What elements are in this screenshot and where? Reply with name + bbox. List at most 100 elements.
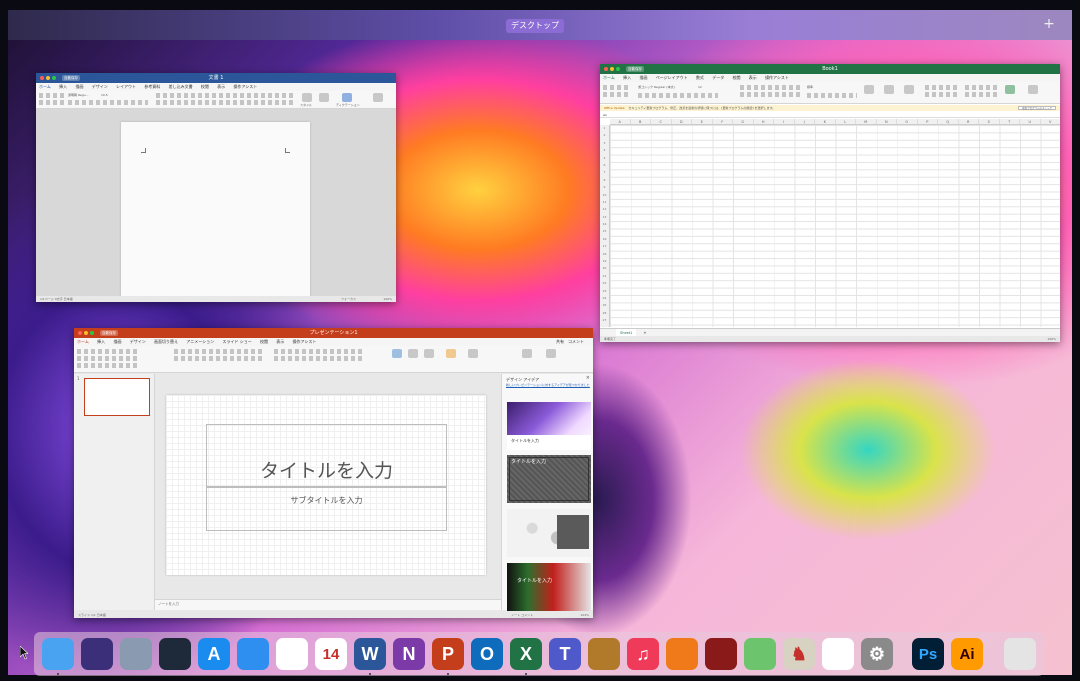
slide-canvas[interactable]: タイトルを入力 サブタイトルを入力: [166, 395, 486, 575]
autosave-toggle[interactable]: 自動保存: [62, 75, 80, 81]
minimize-button[interactable]: [610, 67, 614, 71]
number-format-box[interactable]: 標準: [807, 85, 813, 89]
row-header[interactable]: 26: [600, 310, 609, 317]
row-header[interactable]: 24: [600, 295, 609, 302]
system-preferences-icon[interactable]: ⚙: [861, 638, 893, 670]
styles-pane-icon[interactable]: [319, 93, 329, 102]
column-header[interactable]: V: [1041, 119, 1061, 124]
name-box[interactable]: A1: [603, 113, 615, 117]
row-header[interactable]: 3: [600, 140, 609, 147]
siri-icon[interactable]: [81, 638, 113, 670]
column-header[interactable]: T: [1000, 119, 1020, 124]
add-desktop-button[interactable]: +: [1042, 16, 1056, 32]
column-header[interactable]: O: [897, 119, 918, 124]
font-format-buttons[interactable]: [68, 100, 148, 107]
word-window[interactable]: 自動保存 文書 1 ホーム 挿入 描画 デザイン レイアウト 参考資料 差し込み…: [36, 73, 396, 302]
autosave-toggle[interactable]: 自動保存: [100, 330, 118, 336]
tab-insert[interactable]: 挿入: [59, 83, 67, 91]
tab-draw[interactable]: 描画: [639, 74, 647, 82]
calendar-icon[interactable]: 14: [315, 638, 347, 670]
font-format-buttons[interactable]: [638, 93, 718, 100]
design-idea-card[interactable]: タイトルを入力: [507, 455, 591, 503]
desktop-space-pill[interactable]: デスクトップ: [506, 19, 564, 33]
tab-design[interactable]: デザイン: [92, 83, 108, 91]
tab-view[interactable]: 表示: [217, 83, 225, 91]
illustrator-icon[interactable]: Ai: [951, 638, 983, 670]
column-header[interactable]: G: [733, 119, 754, 124]
row-header[interactable]: 7: [600, 169, 609, 176]
finder-icon[interactable]: [42, 638, 74, 670]
safari-icon[interactable]: [237, 638, 269, 670]
books-icon[interactable]: [666, 638, 698, 670]
photo-booth-icon[interactable]: [705, 638, 737, 670]
font-name-box[interactable]: 游明朝 Regu...: [68, 93, 88, 97]
chess-icon[interactable]: ♞: [783, 638, 815, 670]
row-header[interactable]: 21: [600, 273, 609, 280]
excel-window[interactable]: 自動保存 Book1 ホーム 挿入 描画 ページレイアウト 数式 データ 校閲 …: [600, 64, 1060, 342]
zoom-level[interactable]: 100%: [1047, 336, 1056, 342]
column-header[interactable]: D: [672, 119, 692, 124]
cells-group[interactable]: [925, 85, 959, 99]
autosave-toggle[interactable]: 自動保存: [626, 66, 644, 72]
tab-insert[interactable]: 挿入: [97, 338, 105, 346]
share-button[interactable]: 共有: [556, 338, 564, 346]
document-page[interactable]: [121, 122, 310, 296]
tab-review[interactable]: 校閲: [201, 83, 209, 91]
column-header[interactable]: I: [774, 119, 795, 124]
mission-control-icon[interactable]: [159, 638, 191, 670]
tab-slideshow[interactable]: スライド ショー: [222, 338, 251, 346]
column-header[interactable]: A: [610, 119, 631, 124]
notes-pane[interactable]: ノートを入力: [155, 599, 501, 610]
column-header[interactable]: M: [856, 119, 877, 124]
row-header[interactable]: 12: [600, 206, 609, 213]
row-header[interactable]: 23: [600, 288, 609, 295]
close-button[interactable]: [40, 76, 44, 80]
column-header[interactable]: K: [815, 119, 836, 124]
design-idea-card[interactable]: [507, 509, 591, 557]
quick-styles-icon[interactable]: [468, 349, 478, 358]
app-store-icon[interactable]: A: [198, 638, 230, 670]
cell-styles-icon[interactable]: [904, 85, 914, 94]
excel-icon[interactable]: X: [510, 638, 542, 670]
tab-layout[interactable]: レイアウト: [116, 83, 136, 91]
title-placeholder[interactable]: タイトルを入力: [206, 424, 447, 487]
column-header[interactable]: Q: [938, 119, 959, 124]
font-size-box[interactable]: 12: [698, 85, 702, 89]
zoom-button[interactable]: [90, 331, 94, 335]
slide-thumbnail[interactable]: [84, 378, 150, 416]
notes-comments-buttons[interactable]: ノート コメント: [511, 612, 533, 618]
column-header[interactable]: E: [692, 119, 713, 124]
tab-draw[interactable]: 描画: [75, 83, 83, 91]
conditional-format-icon[interactable]: [864, 85, 874, 94]
row-header[interactable]: 6: [600, 162, 609, 169]
chrome-icon[interactable]: [276, 638, 308, 670]
tab-review[interactable]: 校閲: [733, 74, 741, 82]
excel-titlebar[interactable]: 自動保存 Book1: [600, 64, 1060, 74]
close-icon[interactable]: ×: [586, 375, 590, 381]
row-header[interactable]: 19: [600, 258, 609, 265]
music-icon[interactable]: ♫: [627, 638, 659, 670]
subtitle-placeholder[interactable]: サブタイトルを入力: [206, 487, 447, 531]
zoom-button[interactable]: [616, 67, 620, 71]
dictate-icon[interactable]: [522, 349, 532, 358]
column-header[interactable]: F: [713, 119, 733, 124]
format-as-table-icon[interactable]: [884, 85, 894, 94]
tab-tell-me[interactable]: 操作アシスト: [233, 83, 257, 91]
tab-tell-me[interactable]: 操作アシスト: [293, 338, 317, 346]
tab-draw[interactable]: 描画: [113, 338, 121, 346]
photos-icon[interactable]: [822, 638, 854, 670]
tab-tell-me[interactable]: 操作アシスト: [765, 74, 789, 82]
paragraph-group[interactable]: [274, 349, 364, 363]
tab-design[interactable]: デザイン: [130, 338, 146, 346]
photoshop-icon[interactable]: Ps: [912, 638, 944, 670]
tab-references[interactable]: 参考資料: [144, 83, 160, 91]
arrange-icon[interactable]: [446, 349, 456, 358]
row-header[interactable]: 20: [600, 265, 609, 272]
formula-bar[interactable]: A1: [600, 112, 1060, 118]
column-header[interactable]: U: [1020, 119, 1041, 124]
row-header[interactable]: 4: [600, 147, 609, 154]
dictate-icon[interactable]: [342, 93, 352, 102]
column-header[interactable]: J: [795, 119, 815, 124]
minimize-button[interactable]: [46, 76, 50, 80]
column-header[interactable]: P: [918, 119, 938, 124]
